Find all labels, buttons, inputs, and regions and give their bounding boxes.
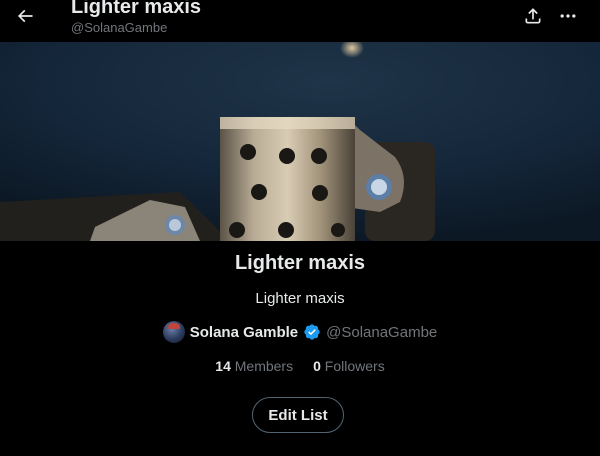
followers-count: 0	[313, 358, 321, 374]
owner-display-name[interactable]: Solana Gamble	[190, 324, 298, 341]
list-stats: 14 Members 0 Followers	[0, 358, 600, 374]
members-link[interactable]: 14 Members	[215, 358, 293, 374]
share-icon	[525, 8, 541, 24]
more-horizontal-icon	[560, 14, 576, 18]
share-button[interactable]	[516, 0, 550, 33]
list-description: Lighter maxis	[255, 290, 345, 307]
verified-badge-icon	[303, 323, 321, 341]
followers-label: Followers	[324, 358, 385, 374]
header-title-block: Lighter maxis @SolanaGambe	[71, 0, 201, 36]
back-button[interactable]	[8, 0, 42, 33]
list-owner[interactable]: Solana Gamble @SolanaGambe	[0, 321, 600, 343]
more-button[interactable]	[551, 0, 585, 33]
members-label: Members	[234, 358, 294, 374]
page-title: Lighter maxis	[71, 0, 202, 18]
list-name: Lighter maxis	[234, 252, 366, 274]
members-count: 14	[215, 358, 231, 374]
avatar[interactable]	[162, 321, 185, 343]
followers-link[interactable]: 0 Followers	[313, 358, 385, 374]
list-banner-image	[0, 42, 600, 241]
owner-handle[interactable]: @SolanaGambe	[326, 324, 437, 341]
top-bar: Lighter maxis @SolanaGambe	[0, 0, 600, 42]
page-subtitle-handle: @SolanaGambe	[71, 20, 168, 35]
edit-list-button[interactable]: Edit List	[252, 397, 344, 433]
arrow-left-icon	[17, 9, 33, 23]
